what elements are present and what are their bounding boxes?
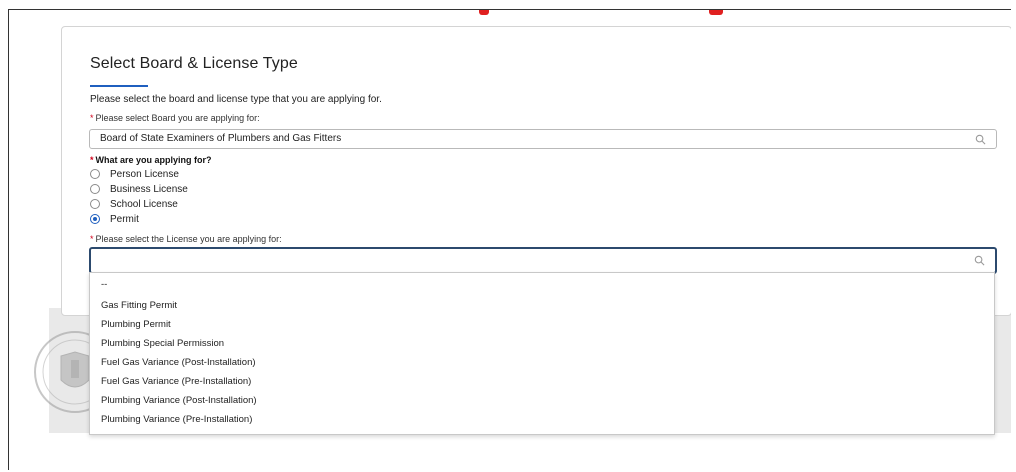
radio-business-license[interactable]: Business License (90, 182, 188, 196)
title-underline (90, 85, 148, 87)
radio-button[interactable] (90, 169, 100, 179)
license-label-text: Please select the License you are applyi… (95, 234, 282, 244)
applying-for-label: * What are you applying for? (90, 155, 212, 165)
radio-label: Person License (110, 168, 179, 180)
board-select[interactable]: Board of State Examiners of Plumbers and… (89, 129, 997, 149)
search-icon[interactable] (974, 255, 985, 266)
radio-label: Permit (110, 213, 139, 225)
dropdown-option[interactable]: Fuel Gas Variance (Pre-Installation) (101, 376, 251, 387)
dropdown-option[interactable]: Gas Fitting Permit (101, 300, 177, 311)
applying-for-label-text: What are you applying for? (95, 155, 212, 165)
dropdown-option[interactable]: Plumbing Variance (Post-Installation) (101, 395, 257, 406)
board-label-text: Please select Board you are applying for… (95, 113, 260, 123)
dropdown-option[interactable]: Plumbing Permit (101, 319, 171, 330)
intro-text: Please select the board and license type… (90, 94, 382, 105)
required-marker: * (90, 155, 94, 165)
radio-permit[interactable]: Permit (90, 212, 139, 226)
radio-label: School License (110, 198, 178, 210)
required-marker: * (90, 113, 94, 123)
license-dropdown-list: -- Gas Fitting Permit Plumbing Permit Pl… (89, 272, 995, 435)
dropdown-option[interactable]: Fuel Gas Variance (Post-Installation) (101, 357, 256, 368)
page-frame: Select Board & License Type Please selec… (8, 9, 1011, 470)
radio-school-license[interactable]: School License (90, 197, 178, 211)
required-marker: * (90, 234, 94, 244)
radio-button[interactable] (90, 199, 100, 209)
search-icon[interactable] (975, 134, 986, 145)
radio-button[interactable] (90, 184, 100, 194)
header-decor (9, 10, 1011, 22)
dropdown-option[interactable]: Plumbing Variance (Pre-Installation) (101, 414, 252, 425)
card-title: Select Board & License Type (90, 55, 298, 72)
license-label: * Please select the License you are apply… (90, 234, 282, 244)
dropdown-option[interactable]: Plumbing Special Permission (101, 338, 224, 349)
license-select[interactable] (89, 247, 997, 274)
board-label: * Please select Board you are applying fo… (90, 113, 260, 123)
dropdown-option[interactable]: -- (101, 279, 107, 290)
state-seal-icon (34, 331, 93, 413)
radio-label: Business License (110, 183, 188, 195)
board-select-value: Board of State Examiners of Plumbers and… (100, 133, 342, 144)
radio-person-license[interactable]: Person License (90, 167, 179, 181)
radio-button-selected[interactable] (90, 214, 100, 224)
